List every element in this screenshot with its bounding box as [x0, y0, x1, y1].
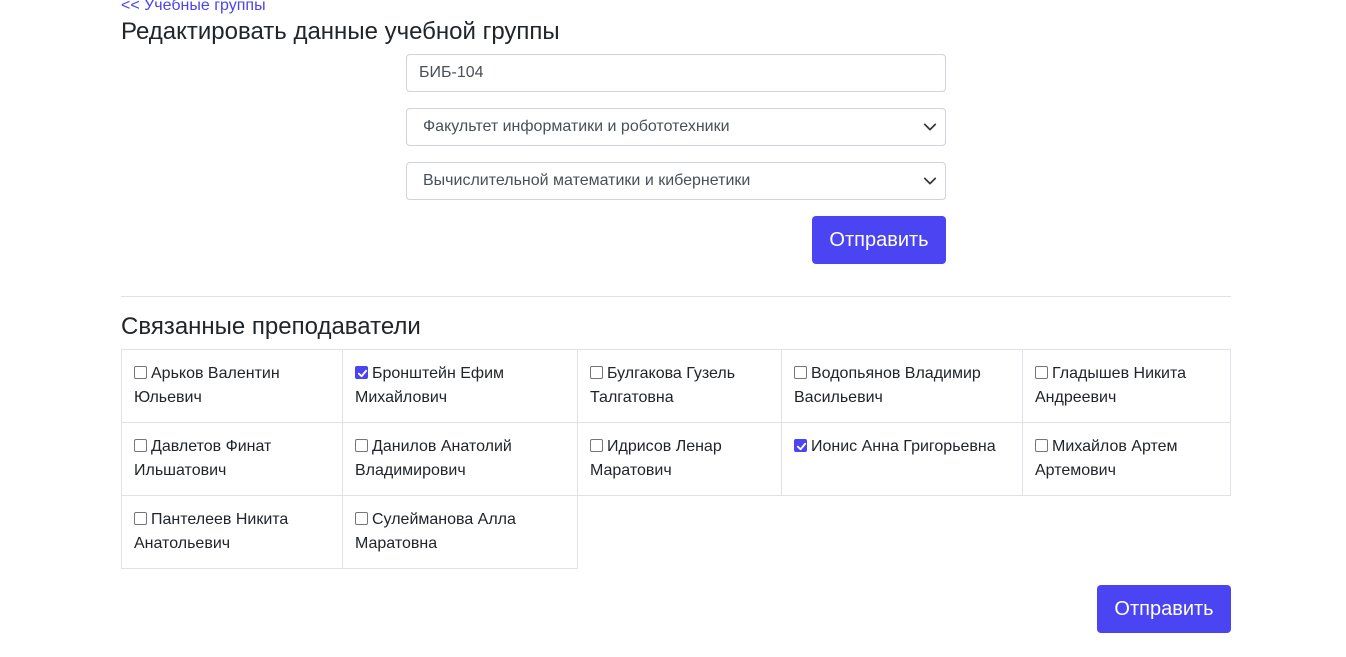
- teacher-cell: Михайлов Артем Артемович: [1022, 422, 1231, 496]
- teacher-option[interactable]: Булгакова Гузель Талгатовна: [590, 365, 735, 406]
- teacher-name: Бронштейн Ефим Михайлович: [355, 365, 505, 406]
- chevron-down-icon: [923, 123, 937, 131]
- teacher-checkbox[interactable]: [794, 439, 807, 452]
- teacher-cell: Пантелеев Никита Анатольевич: [121, 495, 343, 569]
- teacher-option[interactable]: Давлетов Финат Ильшатович: [134, 438, 271, 479]
- teacher-checkbox[interactable]: [590, 439, 603, 452]
- teacher-name: Водопьянов Владимир Васильевич: [794, 365, 981, 406]
- teacher-checkbox[interactable]: [355, 439, 368, 452]
- teacher-checkbox[interactable]: [1035, 439, 1048, 452]
- page-title: Редактировать данные учебной группы: [121, 18, 560, 45]
- teacher-name: Сулейманова Алла Маратовна: [355, 511, 516, 552]
- department-select[interactable]: Вычислительной математики и кибернетики: [406, 162, 946, 200]
- back-to-groups-link[interactable]: << Учебные группы: [121, 0, 266, 16]
- teacher-cell: Данилов Анатолий Владимирович: [342, 422, 578, 496]
- empty-cell: [782, 496, 1023, 569]
- teacher-checkbox[interactable]: [1035, 366, 1048, 379]
- group-edit-form: Факультет информатики и робототехники Вы…: [406, 54, 946, 200]
- teacher-checkbox[interactable]: [134, 366, 147, 379]
- teachers-table-row: Арьков Валентин Юльевич Бронштейн Ефим Ми…: [121, 349, 1231, 423]
- empty-cell: [1023, 496, 1231, 569]
- teacher-cell: Арьков Валентин Юльевич: [121, 349, 343, 423]
- teacher-name: Давлетов Финат Ильшатович: [134, 438, 272, 479]
- teachers-table-row: Пантелеев Никита Анатольевич Сулейманова …: [121, 495, 1231, 569]
- teacher-cell: Водопьянов Владимир Васильевич: [781, 349, 1023, 423]
- teacher-name: Идрисов Ленар Маратович: [590, 438, 722, 479]
- teacher-cell: Сулейманова Алла Маратовна: [342, 495, 578, 569]
- teacher-option[interactable]: Данилов Анатолий Владимирович: [355, 438, 512, 479]
- teacher-option[interactable]: Сулейманова Алла Маратовна: [355, 511, 516, 552]
- teacher-checkbox[interactable]: [134, 439, 147, 452]
- faculty-select-value: Факультет информатики и робототехники: [423, 118, 730, 135]
- section-divider: [121, 296, 1231, 297]
- teacher-cell: Гладышев Никита Андреевич: [1022, 349, 1231, 423]
- teacher-name: Михайлов Артем Артемович: [1035, 438, 1178, 479]
- teacher-checkbox[interactable]: [590, 366, 603, 379]
- teacher-option[interactable]: Водопьянов Владимир Васильевич: [794, 365, 981, 406]
- teacher-option[interactable]: Гладышев Никита Андреевич: [1035, 365, 1186, 406]
- checkmark-icon: [796, 442, 807, 451]
- teacher-name: Булгакова Гузель Талгатовна: [590, 365, 736, 406]
- teacher-option[interactable]: Арьков Валентин Юльевич: [134, 365, 280, 406]
- teacher-checkbox[interactable]: [134, 512, 147, 525]
- teacher-option[interactable]: Ионис Анна Григорьевна: [794, 438, 996, 455]
- teacher-option[interactable]: Идрисов Ленар Маратович: [590, 438, 722, 479]
- teacher-option[interactable]: Пантелеев Никита Анатольевич: [134, 511, 288, 552]
- teacher-name: Арьков Валентин Юльевич: [134, 365, 280, 406]
- teacher-name: Ионис Анна Григорьевна: [811, 438, 996, 455]
- teacher-name: Гладышев Никита Андреевич: [1035, 365, 1186, 406]
- teachers-table: Арьков Валентин Юльевич Бронштейн Ефим Ми…: [121, 349, 1231, 569]
- submit-teachers-button[interactable]: Отправить: [1097, 585, 1231, 633]
- main-container: << Учебные группы Редактировать данные у…: [121, 0, 1231, 657]
- teacher-cell: Давлетов Финат Ильшатович: [121, 422, 343, 496]
- teacher-option[interactable]: Михайлов Артем Артемович: [1035, 438, 1178, 479]
- teacher-option[interactable]: Бронштейн Ефим Михайлович: [355, 365, 504, 406]
- teacher-cell: Бронштейн Ефим Михайлович: [342, 349, 578, 423]
- teacher-name: Данилов Анатолий Владимирович: [355, 438, 512, 479]
- teacher-cell: Идрисов Ленар Маратович: [577, 422, 782, 496]
- empty-cell: [578, 496, 782, 569]
- faculty-select[interactable]: Факультет информатики и робототехники: [406, 108, 946, 146]
- submit-group-button[interactable]: Отправить: [812, 216, 946, 264]
- group-name-input[interactable]: [406, 54, 946, 92]
- teacher-checkbox[interactable]: [355, 512, 368, 525]
- teacher-checkbox[interactable]: [794, 366, 807, 379]
- chevron-down-icon: [923, 177, 937, 185]
- department-select-value: Вычислительной математики и кибернетики: [423, 172, 751, 189]
- teacher-checkbox[interactable]: [355, 366, 368, 379]
- teachers-section-title: Связанные преподаватели: [121, 313, 421, 340]
- teachers-table-row: Давлетов Финат Ильшатович Данилов Анатоли…: [121, 422, 1231, 496]
- teacher-cell: Ионис Анна Григорьевна: [781, 422, 1023, 496]
- checkmark-icon: [357, 369, 368, 378]
- teacher-name: Пантелеев Никита Анатольевич: [134, 511, 289, 552]
- teacher-cell: Булгакова Гузель Талгатовна: [577, 349, 782, 423]
